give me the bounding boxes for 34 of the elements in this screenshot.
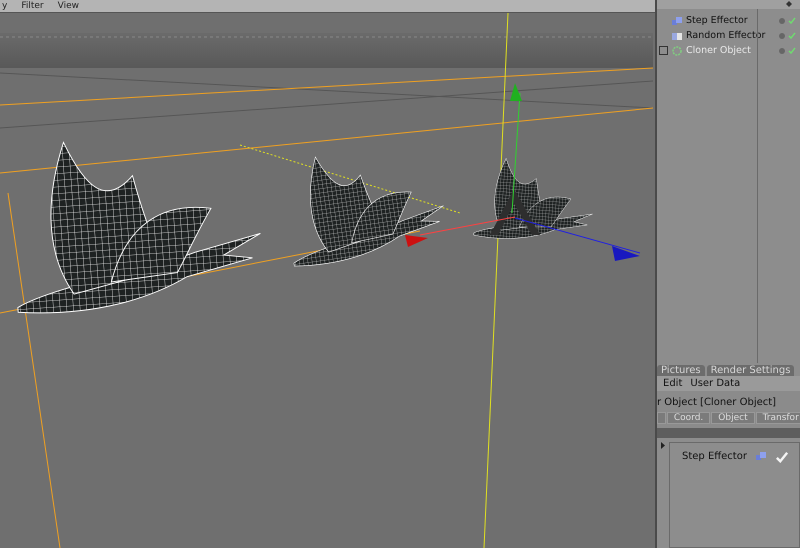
menu-item[interactable]: User Data [690, 378, 740, 389]
menu-item[interactable]: View [58, 1, 79, 11]
object-name[interactable]: Step Effector [686, 14, 748, 26]
object-name[interactable]: Random Effector [686, 30, 766, 42]
effector-name[interactable]: Step Effector [682, 451, 747, 462]
y-axis-arrow[interactable] [510, 83, 522, 214]
attribute-tab[interactable]: Object [711, 412, 755, 424]
expand-arrow-icon[interactable] [661, 442, 666, 449]
checkmark-icon[interactable] [788, 17, 796, 24]
visibility-dot-icon[interactable] [779, 48, 785, 54]
attribute-tab[interactable]: Transfor [756, 412, 800, 424]
x-axis-arrow[interactable] [405, 216, 516, 247]
object-row[interactable]: Step Effector [657, 13, 800, 28]
expand-icon[interactable] [659, 46, 668, 55]
attribute-tab[interactable]: Coord. [666, 412, 710, 424]
3d-viewport[interactable] [0, 13, 655, 548]
checkmark-icon[interactable] [788, 32, 796, 39]
attribute-title: r Object [Cloner Object] [657, 396, 778, 410]
checkmark-icon[interactable] [788, 47, 796, 54]
panel-tab[interactable]: Pictures [657, 365, 705, 376]
menu-item[interactable]: Filter [21, 1, 44, 11]
z-axis-arrow[interactable] [514, 218, 640, 261]
tripod-icon [490, 189, 540, 235]
panel-tab[interactable]: Render Settings [706, 365, 794, 376]
visibility-dot-icon[interactable] [779, 32, 785, 38]
object-row[interactable]: Random Effector [657, 28, 800, 43]
menu-item[interactable]: y [2, 1, 8, 11]
visibility-dot-icon[interactable] [779, 18, 785, 24]
dice-icon [671, 30, 683, 40]
blocks-icon [671, 16, 683, 26]
menu-item[interactable]: Edit [663, 378, 682, 389]
blocks-icon [754, 451, 767, 461]
cloner-icon [671, 46, 683, 56]
attribute-tab[interactable] [657, 412, 666, 424]
